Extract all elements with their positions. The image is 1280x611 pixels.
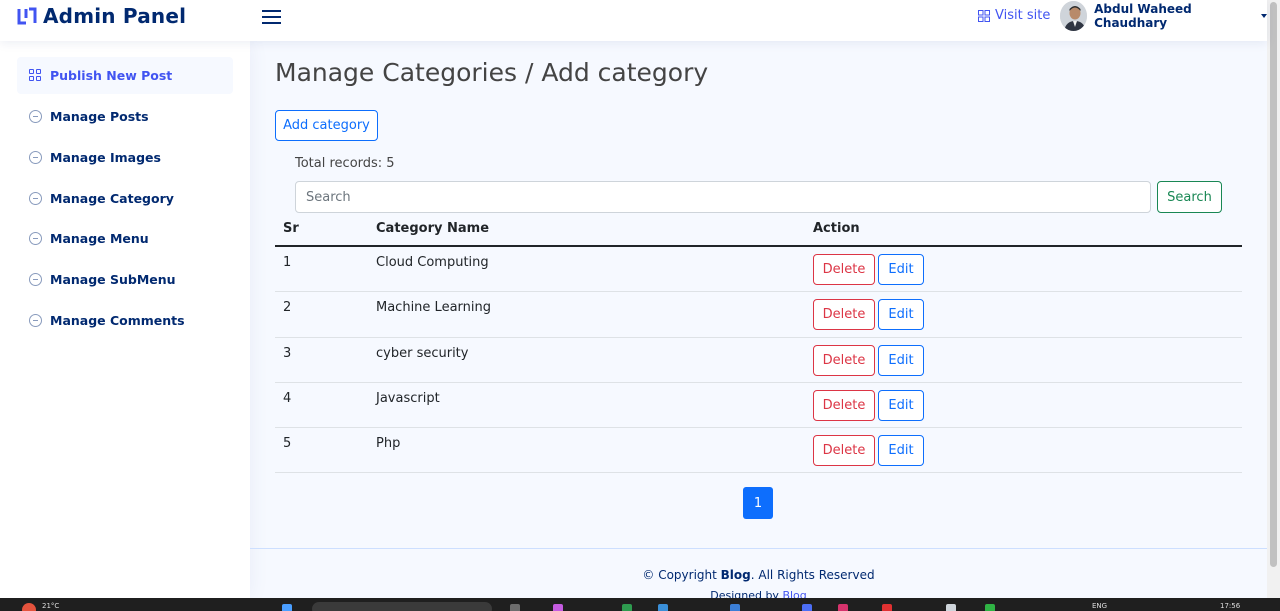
dash-circle-icon xyxy=(29,192,42,205)
windows-start-icon[interactable] xyxy=(282,604,292,611)
sidebar-item-manage-images[interactable]: Manage Images xyxy=(17,139,233,176)
edit-button[interactable]: Edit xyxy=(878,435,924,467)
sidebar-item-publish-new-post[interactable]: Publish New Post xyxy=(17,57,233,94)
table-row: 4 Javascript Delete Edit xyxy=(275,383,1242,429)
row-category-name: Javascript xyxy=(376,390,440,406)
delete-button[interactable]: Delete xyxy=(813,299,875,331)
edit-button[interactable]: Edit xyxy=(878,254,924,285)
edit-button[interactable]: Edit xyxy=(878,299,924,331)
taskbar-search-box[interactable] xyxy=(312,602,492,611)
row-category-name: Machine Learning xyxy=(376,300,491,316)
row-category-name: cyber security xyxy=(376,345,469,361)
row-sr: 1 xyxy=(283,255,292,270)
add-category-button[interactable]: Add category xyxy=(275,110,378,141)
visit-site-link[interactable]: Visit site xyxy=(978,8,1050,23)
scrollbar-thumb[interactable] xyxy=(1270,2,1277,567)
row-sr: 5 xyxy=(283,436,292,452)
app-icon[interactable] xyxy=(802,604,812,611)
app-icon[interactable] xyxy=(838,604,848,611)
sidebar-item-label: Manage Posts xyxy=(50,109,149,124)
top-header: Admin Panel Visit site Abdul Waheed Chau… xyxy=(0,0,1267,41)
user-name: Abdul Waheed Chaudhary xyxy=(1094,2,1192,30)
table-row: 2 Machine Learning Delete Edit xyxy=(275,292,1242,338)
column-header-category-name: Category Name xyxy=(376,221,490,236)
table-row: 3 cyber security Delete Edit xyxy=(275,338,1242,383)
page-scrollbar[interactable] xyxy=(1267,0,1280,598)
sidebar-item-label: Publish New Post xyxy=(50,68,173,83)
footer-brand: Blog xyxy=(720,568,751,582)
menu-toggle-icon[interactable] xyxy=(262,8,282,26)
profile-dropdown[interactable]: Abdul Waheed Chaudhary xyxy=(1060,1,1267,31)
delete-button[interactable]: Delete xyxy=(813,389,875,421)
search-button[interactable]: Search xyxy=(1157,181,1222,213)
table-header: Sr Category Name Action xyxy=(275,215,1242,247)
edit-button[interactable]: Edit xyxy=(878,389,924,421)
search-input[interactable] xyxy=(295,181,1151,213)
logo-text: Admin Panel xyxy=(43,4,187,28)
row-sr: 4 xyxy=(283,390,292,406)
pagination-page-1[interactable]: 1 xyxy=(743,487,773,519)
task-view-icon[interactable] xyxy=(510,604,520,611)
logo[interactable]: Admin Panel xyxy=(17,4,186,28)
categories-table: Sr Category Name Action 1 Cloud Computin… xyxy=(275,215,1242,474)
avatar xyxy=(1060,1,1088,31)
sidebar-item-manage-menu[interactable]: Manage Menu xyxy=(17,220,233,257)
grid-icon xyxy=(978,9,990,22)
clock[interactable]: 17:56 xyxy=(1220,602,1240,610)
column-header-action: Action xyxy=(813,221,860,236)
dash-circle-icon xyxy=(29,232,42,245)
os-taskbar: 21°C ENG 17:56 xyxy=(0,598,1280,611)
footer: © Copyright Blog. All Rights Reserved De… xyxy=(250,548,1267,602)
row-sr: 3 xyxy=(283,345,292,361)
sidebar-item-manage-submenu[interactable]: Manage SubMenu xyxy=(17,261,233,298)
app-icon[interactable] xyxy=(553,604,563,611)
sidebar-item-manage-category[interactable]: Manage Category xyxy=(17,180,233,217)
sidebar-item-manage-posts[interactable]: Manage Posts xyxy=(17,98,233,135)
row-category-name: Php xyxy=(376,436,401,452)
visit-site-label: Visit site xyxy=(995,8,1051,23)
table-row: 1 Cloud Computing Delete Edit xyxy=(275,247,1242,293)
sidebar-item-label: Manage Images xyxy=(50,150,161,165)
sidebar-item-label: Manage Category xyxy=(50,191,174,206)
sidebar-item-label: Manage Comments xyxy=(50,313,185,328)
grid-icon xyxy=(29,69,42,82)
sidebar-item-label: Manage Menu xyxy=(50,231,149,246)
dash-circle-icon xyxy=(29,110,42,123)
app-icon[interactable] xyxy=(622,604,632,611)
dash-circle-icon xyxy=(29,151,42,164)
row-category-name: Cloud Computing xyxy=(376,255,489,270)
delete-button[interactable]: Delete xyxy=(813,435,875,467)
column-header-sr: Sr xyxy=(283,221,299,236)
logo-icon xyxy=(17,6,37,26)
weather-icon[interactable] xyxy=(22,603,36,611)
edit-button[interactable]: Edit xyxy=(878,344,924,376)
chevron-down-icon xyxy=(1261,14,1267,18)
app-icon[interactable] xyxy=(946,604,956,611)
app-icon[interactable] xyxy=(985,604,995,611)
sidebar-item-manage-comments[interactable]: Manage Comments xyxy=(17,302,233,339)
language-indicator[interactable]: ENG xyxy=(1092,602,1107,610)
vscode-icon[interactable] xyxy=(658,604,668,611)
dash-circle-icon xyxy=(29,273,42,286)
total-records: Total records: 5 xyxy=(295,156,395,171)
page-title: Manage Categories / Add category xyxy=(275,58,709,87)
copyright-text: © Copyright Blog. All Rights Reserved xyxy=(642,568,875,582)
delete-button[interactable]: Delete xyxy=(813,344,875,376)
sidebar-item-label: Manage SubMenu xyxy=(50,272,176,287)
table-row: 5 Php Delete Edit xyxy=(275,428,1242,474)
temperature: 21°C xyxy=(42,602,60,610)
app-icon[interactable] xyxy=(730,604,740,611)
sidebar: Publish New Post Manage Posts Manage Ima… xyxy=(0,41,250,598)
delete-button[interactable]: Delete xyxy=(813,254,875,285)
row-sr: 2 xyxy=(283,300,292,316)
app-icon[interactable] xyxy=(882,604,892,611)
dash-circle-icon xyxy=(29,314,42,327)
